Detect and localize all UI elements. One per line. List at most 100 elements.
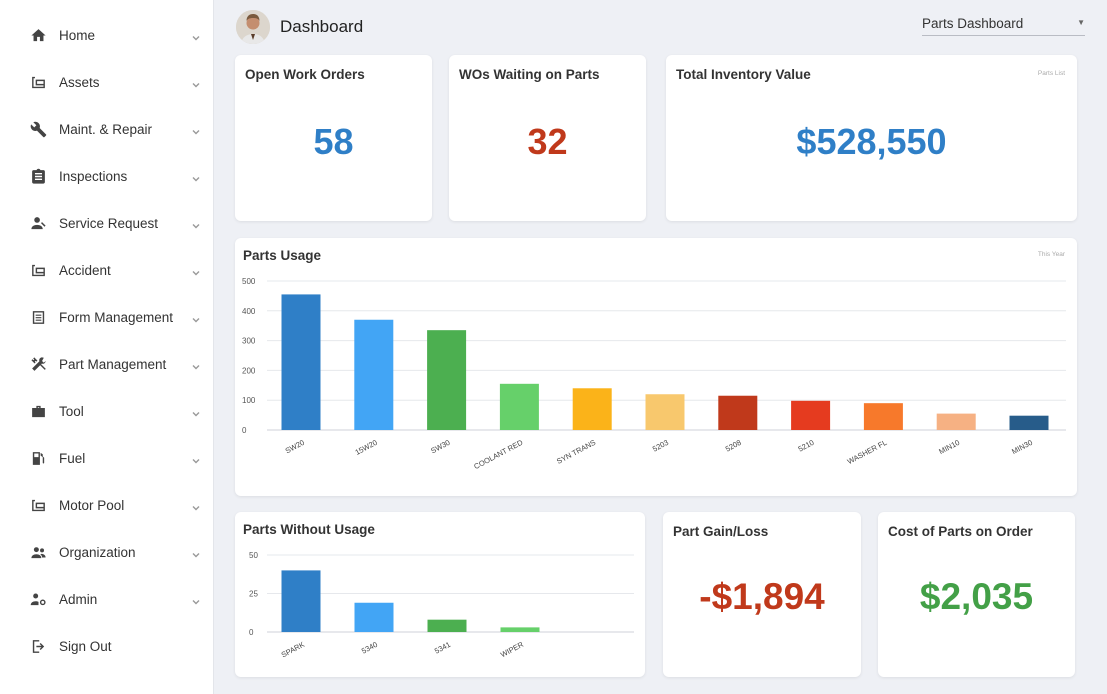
- sidebar-item-fuel[interactable]: Fuel: [0, 438, 214, 478]
- x-tick-label: SW30: [429, 438, 451, 456]
- gain-loss-value: -$1,894: [699, 576, 825, 617]
- sidebar-item-motor-pool[interactable]: Motor Pool: [0, 485, 214, 525]
- organization-icon: [28, 542, 48, 562]
- y-tick-label: 0: [249, 628, 254, 637]
- chevron-down-icon: [191, 500, 201, 511]
- chevron-down-icon: [191, 359, 201, 370]
- sidebar-item-label: Organization: [59, 544, 136, 560]
- chevron-down-icon: [191, 30, 201, 41]
- sidebar-item-organization[interactable]: Organization: [0, 532, 214, 572]
- chevron-down-icon: [191, 124, 201, 135]
- sidebar-item-maint-repair[interactable]: Maint. & Repair: [0, 109, 214, 149]
- chevron-down-icon: [191, 594, 201, 605]
- x-tick-label: COOLANT RED: [472, 438, 524, 472]
- sidebar-item-form-management[interactable]: Form Management: [0, 297, 214, 337]
- motor-pool-icon: [28, 495, 48, 515]
- x-tick-label: SPARK: [280, 640, 306, 660]
- admin-icon: [28, 589, 48, 609]
- bar: [427, 619, 467, 632]
- x-tick-label: SYN TRANS: [555, 438, 597, 466]
- sidebar-item-label: Form Management: [59, 309, 174, 325]
- sidebar-item-label: Fuel: [59, 450, 86, 466]
- y-tick-label: 200: [242, 366, 256, 375]
- x-tick-label: 5341: [433, 640, 452, 656]
- caret-down-icon: ▼: [1077, 18, 1085, 27]
- y-tick-label: 100: [242, 396, 256, 405]
- card-title: Cost of Parts on Order: [888, 524, 1033, 539]
- y-tick-label: 500: [242, 277, 256, 286]
- parts-usage-chart: 0 100 200 300 400 500 SW20 15W20 SW30 COOLANT RED…: [242, 277, 1066, 472]
- chevron-down-icon: [191, 218, 201, 229]
- x-tick-label: WIPER: [499, 640, 525, 660]
- sidebar-item-assets[interactable]: Assets: [0, 62, 214, 102]
- sidebar-item-tool[interactable]: Tool: [0, 391, 214, 431]
- open-work-orders-value: 58: [313, 121, 354, 162]
- parts-list-link[interactable]: Parts List: [1038, 70, 1065, 77]
- page-title: Dashboard: [280, 17, 364, 36]
- x-tick-label: MIN10: [937, 438, 961, 456]
- sidebar-item-label: Sign Out: [59, 638, 112, 654]
- x-tick-label: WASHER FL: [846, 438, 889, 466]
- chevron-down-icon: [191, 77, 201, 88]
- wos-waiting-value: 32: [527, 121, 568, 162]
- sidebar-item-label: Maint. & Repair: [59, 121, 153, 137]
- sidebar-item-label: Assets: [59, 74, 100, 90]
- sidebar-item-label: Motor Pool: [59, 497, 125, 513]
- y-tick-label: 50: [249, 551, 258, 560]
- sidebar-item-part-management[interactable]: Part Management: [0, 344, 214, 384]
- y-tick-label: 0: [242, 426, 247, 435]
- bar: [718, 395, 758, 430]
- open-work-orders-card[interactable]: Open Work Orders 58: [235, 55, 432, 221]
- chevron-down-icon: [191, 547, 201, 558]
- tools-icon: [28, 354, 48, 374]
- sidebar-item-accident[interactable]: Accident: [0, 250, 214, 290]
- sidebar-item-service-request[interactable]: Service Request: [0, 203, 214, 243]
- x-tick-label: MIN30: [1010, 438, 1034, 456]
- x-tick-label: 5210: [797, 438, 816, 454]
- sidebar-item-admin[interactable]: Admin: [0, 579, 214, 619]
- wrench-icon: [28, 119, 48, 139]
- y-tick-label: 300: [242, 337, 256, 346]
- sidebar-item-inspections[interactable]: Inspections: [0, 156, 214, 196]
- chevron-down-icon: [191, 406, 201, 417]
- avatar[interactable]: [236, 10, 270, 44]
- bar: [791, 400, 831, 430]
- bar: [499, 383, 539, 430]
- card-title: Part Gain/Loss: [673, 524, 769, 539]
- fuel-icon: [28, 448, 48, 468]
- x-tick-label: 5340: [360, 640, 379, 656]
- bar: [645, 394, 685, 430]
- service-request-icon: [28, 213, 48, 233]
- x-tick-label: 5203: [651, 438, 670, 454]
- bar: [354, 602, 394, 632]
- inventory-value-card[interactable]: Total Inventory Value Parts List $528,55…: [666, 55, 1077, 221]
- sign-out-icon: [28, 636, 48, 656]
- assets-icon: [28, 72, 48, 92]
- bar: [936, 413, 976, 430]
- sidebar-item-label: Accident: [59, 262, 111, 278]
- parts-without-usage-chart: 0 25 50 SPARK 5340 5341 WIPER: [249, 551, 634, 660]
- inventory-value: $528,550: [796, 121, 947, 162]
- parts-without-usage-card: Parts Without Usage 0 25 50 SPARK 5340 5341 WI…: [235, 512, 645, 677]
- bar: [572, 388, 612, 430]
- dashboard-select[interactable]: Parts Dashboard ▼: [922, 12, 1085, 36]
- clipboard-icon: [28, 166, 48, 186]
- sidebar-item-label: Home: [59, 27, 96, 43]
- y-tick-label: 25: [249, 590, 258, 599]
- sidebar-item-label: Inspections: [59, 168, 128, 184]
- bar: [863, 403, 903, 430]
- bar: [500, 627, 540, 632]
- sidebar-item-label: Part Management: [59, 356, 167, 372]
- sidebar-item-home[interactable]: Home: [0, 15, 214, 55]
- wos-waiting-card[interactable]: WOs Waiting on Parts 32: [449, 55, 646, 221]
- sidebar-item-sign-out[interactable]: Sign Out: [0, 626, 214, 666]
- chevron-down-icon: [191, 312, 201, 323]
- card-title: WOs Waiting on Parts: [459, 67, 600, 82]
- bar: [427, 330, 467, 430]
- cost-on-order-value: $2,035: [919, 576, 1034, 617]
- x-tick-label: 15W20: [354, 438, 379, 457]
- x-tick-label: 5208: [724, 438, 743, 454]
- cost-on-order-card[interactable]: Cost of Parts on Order $2,035: [878, 512, 1075, 677]
- bar: [354, 319, 394, 430]
- gain-loss-card[interactable]: Part Gain/Loss -$1,894: [663, 512, 861, 677]
